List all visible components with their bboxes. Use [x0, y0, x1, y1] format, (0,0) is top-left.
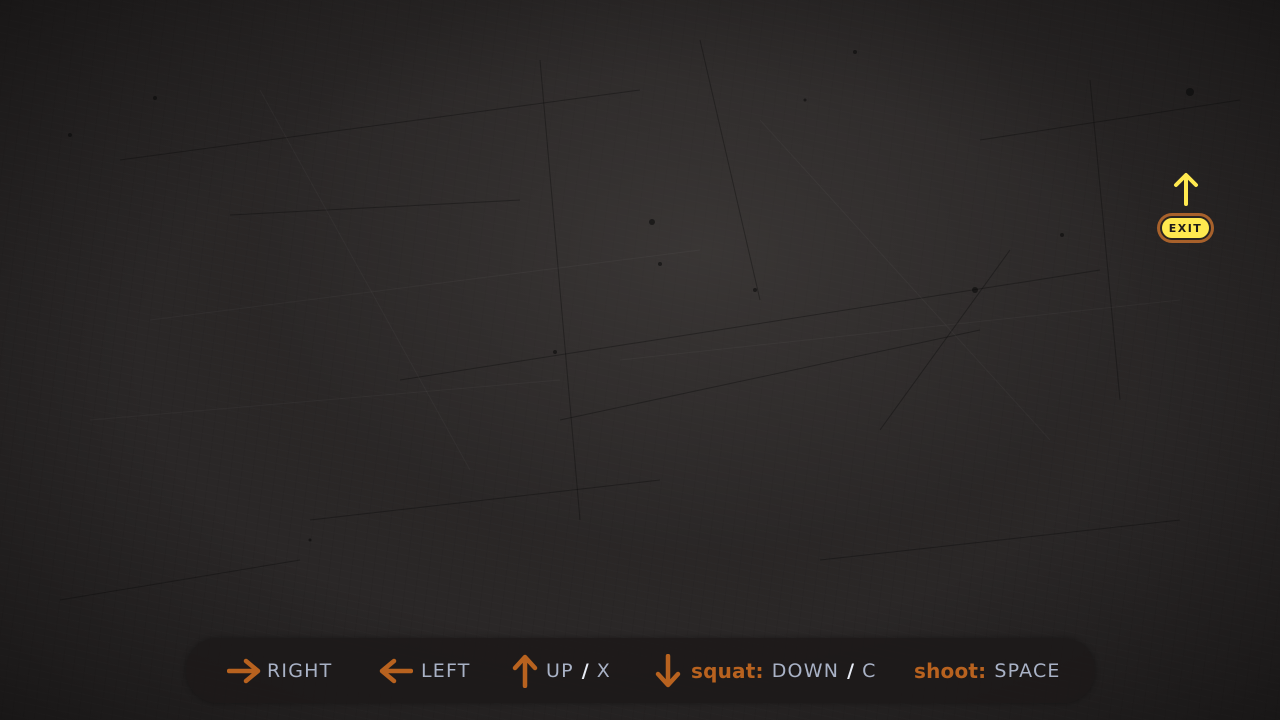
- right-key-label: RIGHT: [267, 659, 333, 682]
- squat-separator: /: [847, 659, 855, 682]
- down-arrow-icon: [655, 653, 681, 687]
- squat-alt-key-label: C: [862, 659, 877, 682]
- squat-action-label: squat:: [691, 658, 764, 683]
- control-up: UP / X: [512, 638, 611, 703]
- controls-bar: RIGHT LEFT UP / X squat: DOWN / C shoot:…: [186, 638, 1095, 703]
- squat-key-label: DOWN: [771, 659, 840, 682]
- left-arrow-icon: [379, 658, 413, 683]
- control-left: LEFT: [379, 638, 471, 703]
- up-alt-key-label: X: [596, 659, 611, 682]
- exit-label: EXIT: [1160, 216, 1211, 240]
- control-shoot: shoot: SPACE: [914, 638, 1061, 703]
- exit-control: EXIT: [1157, 172, 1215, 244]
- up-key-label: UP: [546, 659, 574, 682]
- shoot-action-label: shoot:: [914, 658, 987, 683]
- exit-button[interactable]: EXIT: [1157, 213, 1214, 243]
- up-arrow-icon: [512, 654, 538, 688]
- control-right: RIGHT: [227, 638, 332, 703]
- up-separator: /: [581, 659, 589, 682]
- up-arrow-icon: [1174, 173, 1198, 206]
- scratched-metal-texture: [59, 39, 1241, 601]
- control-squat: squat: DOWN / C: [655, 638, 877, 703]
- right-arrow-icon: [227, 658, 261, 683]
- shoot-key-label: SPACE: [994, 659, 1061, 682]
- left-key-label: LEFT: [421, 659, 471, 682]
